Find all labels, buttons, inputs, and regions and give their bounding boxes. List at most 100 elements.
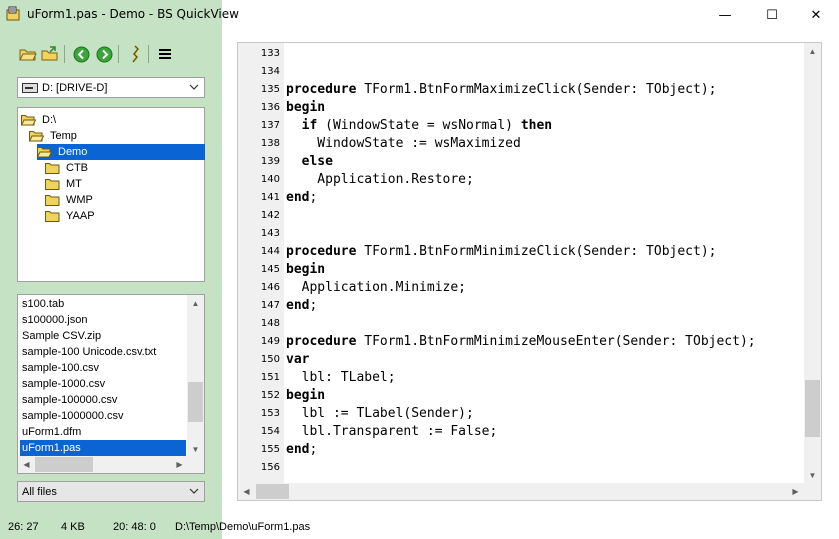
code-line[interactable]: 133 [238, 45, 804, 63]
code-line[interactable]: 134 [238, 63, 804, 81]
line-code: end; [286, 189, 317, 207]
code-line[interactable]: 155 end; [238, 441, 804, 459]
keyword-token: begin [286, 388, 326, 403]
tree-item[interactable]: Temp [28, 128, 80, 144]
line-number: 142 [260, 210, 280, 221]
open-file-icon [41, 46, 58, 61]
scroll-up-icon[interactable]: ▲ [805, 44, 820, 59]
code-token: WindowState := wsMaximized [286, 136, 521, 151]
scroll-left-icon[interactable]: ◀ [19, 457, 34, 472]
code-line[interactable]: 147 end; [238, 297, 804, 315]
drive-select[interactable]: D: [DRIVE-D] [17, 77, 205, 98]
folder-icon [45, 194, 60, 206]
editor-vertical-scroll-thumb[interactable] [805, 380, 820, 437]
tree-item[interactable]: CTB [45, 160, 91, 176]
code-line[interactable]: 140 Application.Restore; [238, 171, 804, 189]
back-button[interactable] [71, 44, 91, 64]
code-line[interactable]: 144 procedure TForm1.BtnFormMinimizeClick… [238, 243, 804, 261]
close-button[interactable]: ✕ [793, 0, 839, 30]
scroll-down-icon[interactable]: ▼ [805, 468, 820, 483]
file-list-item[interactable]: sample-100 Unicode.csv.txt [20, 344, 186, 360]
code-line[interactable]: 149 procedure TForm1.BtnFormMinimizeMouse… [238, 333, 804, 351]
tree-item[interactable]: Demo [36, 144, 205, 160]
code-line[interactable]: 139 else [238, 153, 804, 171]
code-line[interactable]: 148 [238, 315, 804, 333]
open-file-button[interactable] [40, 44, 60, 64]
code-line[interactable]: 152 begin [238, 387, 804, 405]
minimize-button[interactable]: — [702, 0, 748, 30]
line-number: 152 [260, 390, 280, 401]
code-line[interactable]: 137 if (WindowState = wsNormal) then [238, 117, 804, 135]
file-list-vertical-scrollbar[interactable]: ▲ ▼ [187, 295, 204, 458]
file-list-item[interactable]: sample-100000.csv [20, 392, 186, 408]
code-editor[interactable]: 133 134 135 procedure TForm1.BtnFormMaximiz… [237, 42, 822, 501]
info-button[interactable] [125, 44, 145, 64]
code-line[interactable]: 146 Application.Minimize; [238, 279, 804, 297]
open-folder-button[interactable] [18, 44, 38, 64]
file-list-item[interactable]: uForm1.dfm [20, 424, 186, 440]
code-line[interactable]: 142 [238, 207, 804, 225]
code-line[interactable]: 141 end; [238, 189, 804, 207]
file-list-item[interactable]: s100000.json [20, 312, 186, 328]
file-list-vertical-scroll-thumb[interactable] [188, 382, 203, 422]
code-line[interactable]: 145 begin [238, 261, 804, 279]
code-line[interactable]: 154 lbl.Transparent := False; [238, 423, 804, 441]
scroll-up-icon[interactable]: ▲ [188, 296, 203, 311]
editor-vertical-scrollbar[interactable]: ▲ ▼ [804, 43, 821, 484]
line-code: begin [286, 99, 325, 117]
file-list-item[interactable]: uForm1.pas [20, 440, 186, 456]
file-list-item[interactable]: sample-100.csv [20, 360, 186, 376]
keyword-token: else [301, 154, 333, 169]
folder-open-icon [36, 146, 53, 158]
file-list-item[interactable]: sample-1000000.csv [20, 408, 186, 424]
code-line[interactable]: 138 WindowState := wsMaximized [238, 135, 804, 153]
code-line[interactable]: 153 lbl := TLabel(Sender); [238, 405, 804, 423]
scroll-right-icon[interactable]: ▶ [172, 457, 187, 472]
status-bar: 26: 27 4 KB 20: 48: 0 D:\Temp\Demo\uForm… [0, 515, 839, 539]
file-list-item[interactable]: s100.tab [20, 296, 186, 312]
tree-item[interactable]: MT [45, 176, 85, 192]
info-icon [132, 45, 140, 63]
editor-horizontal-scroll-thumb[interactable] [256, 484, 289, 499]
line-code: Application.Minimize; [286, 279, 466, 297]
scroll-left-icon[interactable]: ◀ [239, 484, 254, 499]
code-line[interactable]: 151 lbl: TLabel; [238, 369, 804, 387]
line-number: 141 [260, 192, 280, 203]
tree-item[interactable]: WMP [45, 192, 96, 208]
code-line[interactable]: 135 procedure TForm1.BtnFormMaximizeClick… [238, 81, 804, 99]
menu-button[interactable] [155, 44, 175, 64]
file-list-horizontal-scrollbar[interactable]: ◀ ▶ [18, 456, 188, 473]
file-list-item[interactable]: Sample CSV.zip [20, 328, 186, 344]
editor-horizontal-scrollbar[interactable]: ◀ ▶ [238, 483, 804, 500]
file-filter-select[interactable]: All files [17, 481, 205, 502]
line-number: 153 [260, 408, 280, 419]
line-code: lbl: TLabel; [286, 369, 396, 387]
maximize-button[interactable]: ☐ [749, 0, 795, 30]
tree-item[interactable]: YAAP [45, 208, 98, 224]
file-list-horizontal-scroll-thumb[interactable] [35, 457, 93, 472]
forward-icon [96, 46, 112, 62]
scrollbar-corner [804, 483, 821, 500]
code-token: TForm1.BtnFormMinimizeMouseEnter(Sender:… [356, 334, 756, 349]
line-number: 146 [260, 282, 280, 293]
code-line[interactable]: 156 [238, 459, 804, 477]
keyword-token: end [286, 190, 310, 205]
line-code: procedure TForm1.BtnFormMinimizeClick(Se… [286, 243, 716, 261]
toolbar-separator [148, 45, 149, 63]
code-line[interactable]: 136 begin [238, 99, 804, 117]
line-number: 140 [260, 174, 280, 185]
scroll-down-icon[interactable]: ▼ [188, 442, 203, 457]
code-token: ; [309, 190, 318, 205]
code-line[interactable]: 143 [238, 225, 804, 243]
scroll-right-icon[interactable]: ▶ [788, 484, 803, 499]
keyword-token: begin [286, 262, 326, 277]
tree-item[interactable]: D:\ [20, 112, 59, 128]
line-code: WindowState := wsMaximized [286, 135, 521, 153]
code-line[interactable]: 150 var [238, 351, 804, 369]
line-number: 136 [260, 102, 280, 113]
forward-button[interactable] [94, 44, 114, 64]
tree-item-label: CTB [66, 161, 88, 174]
file-list-item[interactable]: sample-1000.csv [20, 376, 186, 392]
code-token: TForm1.BtnFormMinimizeClick(Sender: TObj… [356, 244, 717, 259]
